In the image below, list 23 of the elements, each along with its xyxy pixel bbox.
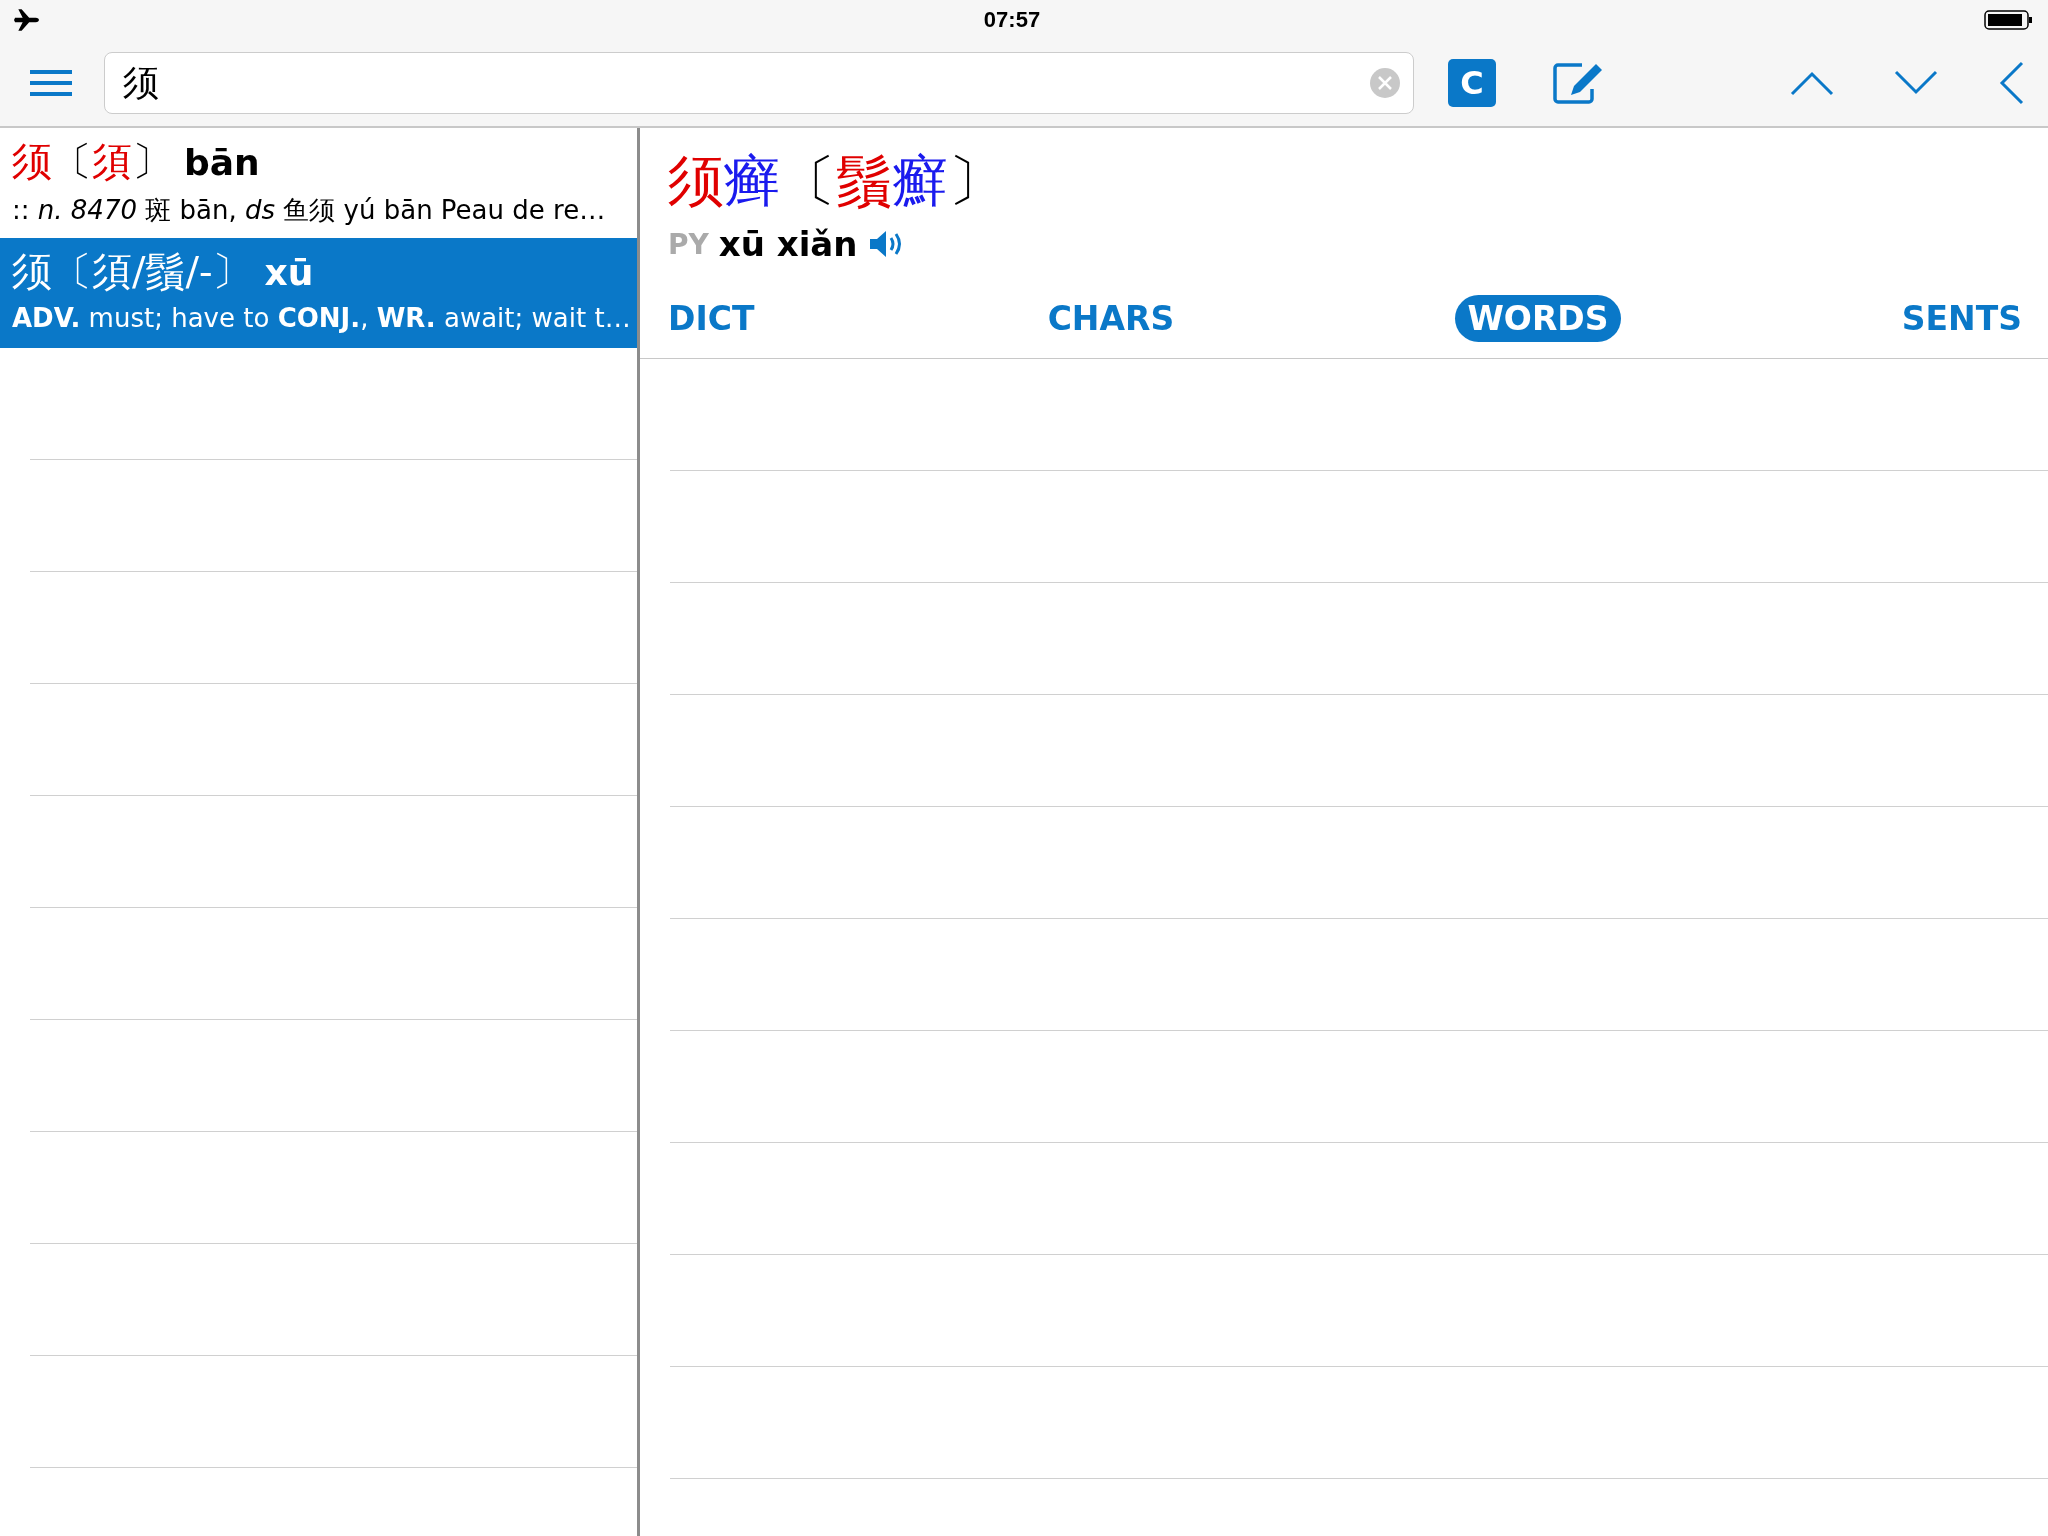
- chevron-down-icon[interactable]: [1894, 70, 1938, 96]
- tab[interactable]: SENTS: [1889, 294, 2034, 342]
- c-button[interactable]: C: [1448, 59, 1496, 107]
- tab[interactable]: WORDS: [1455, 294, 1621, 342]
- headword: 须癣〔鬚癬〕: [668, 148, 1004, 213]
- edit-icon[interactable]: [1552, 61, 1604, 105]
- headword: 须〔須〕: [12, 137, 172, 186]
- result-definition: :: n. 8470 斑 bān, ds 鱼须 yú bān Peau de re…: [12, 194, 607, 227]
- pinyin-label: PY: [668, 227, 709, 261]
- entry-pinyin: xū xiǎn: [718, 224, 858, 264]
- headword: 须〔須/鬚/-〕: [12, 247, 253, 296]
- search-field[interactable]: 须: [104, 52, 1414, 114]
- back-icon[interactable]: [1998, 61, 2024, 105]
- result-pinyin: xū: [264, 252, 314, 293]
- tab[interactable]: DICT: [656, 294, 767, 342]
- tab[interactable]: CHARS: [1035, 294, 1187, 342]
- menu-icon[interactable]: [30, 68, 72, 98]
- battery-icon: [1984, 9, 2034, 31]
- result-item[interactable]: 须〔須/鬚/-〕 xū ADV. must; have to CONJ., WR. await; wait t…: [0, 238, 637, 348]
- chevron-up-icon[interactable]: [1790, 70, 1834, 96]
- result-pinyin: bān: [184, 142, 260, 183]
- airplane-icon: [14, 9, 40, 31]
- status-time: 07:57: [983, 7, 1041, 33]
